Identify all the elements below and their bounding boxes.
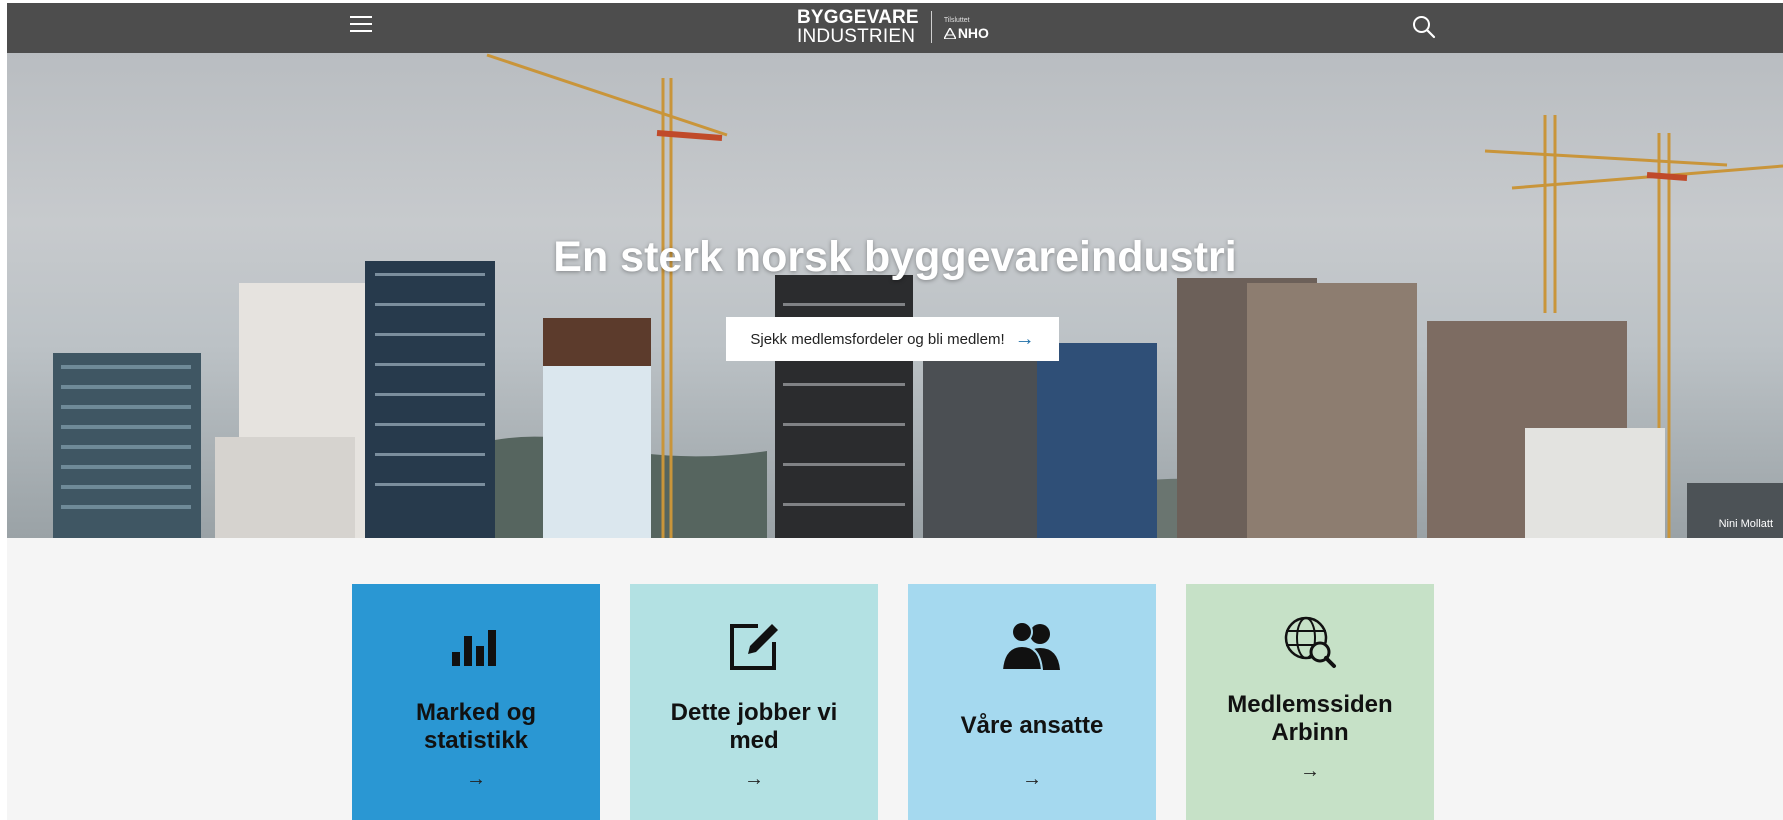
nho-affiliation: Tilsluttet NHO — [943, 15, 989, 41]
cta-label: Sjekk medlemsfordeler og bli medlem! — [750, 330, 1005, 348]
logo-line-2: INDUSTRIEN — [797, 26, 916, 47]
hero-banner: En sterk norsk byggevareindustri Sjekk m… — [7, 53, 1783, 538]
page: BYGGEVARE INDUSTRIEN Tilsluttet NHO En s… — [7, 3, 1783, 820]
card-medlemssiden-arbinn[interactable]: Medlemssiden Arbinn → — [1186, 584, 1434, 820]
card-label: Medlemssiden Arbinn — [1227, 691, 1393, 746]
nho-logo: NHO — [943, 25, 989, 41]
hero-photo — [53, 53, 1783, 538]
card-dette-jobber-vi-med[interactable]: Dette jobber vi med → — [630, 584, 878, 820]
site-logo[interactable]: BYGGEVARE INDUSTRIEN Tilsluttet NHO — [797, 5, 989, 49]
photo-credit: Nini Mollatt — [1718, 518, 1773, 530]
search-icon[interactable] — [1411, 14, 1437, 40]
arrow-right-icon: → — [744, 768, 764, 790]
people-icon — [908, 620, 1156, 674]
card-label: Dette jobber vi med — [670, 699, 838, 754]
site-header: BYGGEVARE INDUSTRIEN Tilsluttet NHO — [7, 3, 1783, 53]
arrow-right-icon: → — [1300, 760, 1320, 782]
arrow-right-icon: → — [1014, 328, 1035, 350]
arrow-right-icon: → — [1022, 768, 1042, 790]
logo-divider — [930, 11, 932, 43]
nho-mark-icon — [943, 27, 956, 39]
logo-wordmark: BYGGEVARE INDUSTRIEN — [797, 8, 919, 46]
nho-text: NHO — [957, 25, 989, 41]
card-vare-ansatte[interactable]: Våre ansatte → — [908, 584, 1156, 820]
card-marked-og-statistikk[interactable]: Marked og statistikk → — [352, 584, 600, 820]
card-label: Marked og statistikk — [415, 699, 537, 754]
arrow-right-icon: → — [466, 768, 486, 790]
logo-line-1: BYGGEVARE — [797, 7, 919, 28]
hamburger-icon[interactable] — [350, 16, 372, 36]
hero-title: En sterk norsk byggevareindustri — [553, 233, 1237, 281]
membership-cta-button[interactable]: Sjekk medlemsfordeler og bli medlem! → — [726, 317, 1059, 361]
edit-icon — [630, 620, 878, 674]
globe-search-icon — [1186, 614, 1434, 668]
bar-chart-icon — [352, 620, 600, 674]
card-label: Våre ansatte — [960, 712, 1104, 739]
